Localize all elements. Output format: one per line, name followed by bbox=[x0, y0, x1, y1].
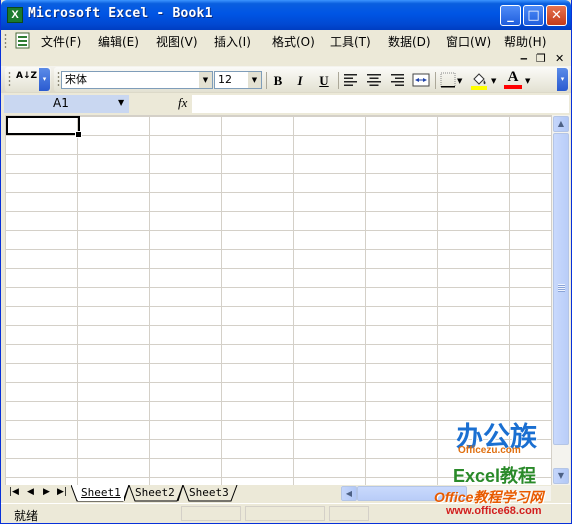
menu-file[interactable]: 文件(F) bbox=[41, 33, 81, 50]
formatting-group: 宋体 ▼ 12 ▼ B I U ▼ ▼ A ▼ ▾ bbox=[54, 67, 569, 92]
sort-ascending-icon[interactable]: A↓Z bbox=[16, 72, 37, 89]
fill-handle[interactable] bbox=[75, 131, 82, 138]
font-size-select[interactable]: 12 ▼ bbox=[214, 71, 262, 89]
font-name-value: 宋体 bbox=[65, 73, 87, 86]
status-panel bbox=[329, 506, 369, 521]
minimize-button[interactable]: _ bbox=[500, 5, 521, 26]
fill-color-dropdown-icon[interactable]: ▼ bbox=[491, 77, 496, 85]
font-color-swatch bbox=[504, 85, 522, 89]
window-title: Microsoft Excel - Book1 bbox=[28, 6, 213, 21]
toolbar-options-chevron-icon[interactable]: ▾ bbox=[39, 68, 50, 91]
toolbar-separator bbox=[435, 72, 436, 89]
excel-app-icon[interactable]: X bbox=[7, 7, 23, 23]
bold-button[interactable]: B bbox=[269, 72, 287, 89]
align-left-icon[interactable] bbox=[343, 73, 359, 87]
formatting-toolbar: A↓Z ▾ 宋体 ▼ 12 ▼ B I U ▼ ▼ A ▼ ▾ bbox=[1, 66, 571, 93]
font-color-dropdown-icon[interactable]: ▼ bbox=[525, 77, 530, 85]
menu-view[interactable]: 视图(V) bbox=[156, 33, 198, 50]
vertical-scroll-thumb[interactable] bbox=[553, 133, 569, 445]
italic-button[interactable]: I bbox=[291, 72, 309, 89]
font-color-button[interactable]: A bbox=[504, 69, 522, 86]
prev-sheet-icon[interactable]: ◀ bbox=[27, 487, 34, 497]
vertical-scrollbar[interactable]: ▲ ▼ bbox=[551, 115, 570, 486]
menu-edit[interactable]: 编辑(E) bbox=[98, 33, 139, 50]
formula-bar: A1 ▼ fx bbox=[1, 93, 571, 115]
last-sheet-icon[interactable]: ▶| bbox=[57, 487, 67, 497]
menu-help[interactable]: 帮助(H) bbox=[504, 33, 546, 50]
menu-tools[interactable]: 工具(T) bbox=[330, 33, 371, 50]
chevron-down-icon[interactable]: ▼ bbox=[248, 72, 261, 88]
toolbar-options-chevron-icon[interactable]: ▾ bbox=[557, 68, 568, 91]
watermark-footer-url: www.office68.com bbox=[446, 505, 542, 517]
menu-format[interactable]: 格式(O) bbox=[272, 33, 315, 50]
excel-window: X Microsoft Excel - Book1 _ □ ✕ 文件(F) 编辑… bbox=[0, 0, 572, 524]
name-box-dropdown-icon[interactable]: ▼ bbox=[118, 98, 124, 107]
chevron-down-icon[interactable]: ▼ bbox=[199, 72, 212, 88]
fill-color-icon[interactable] bbox=[470, 71, 488, 90]
borders-icon[interactable] bbox=[440, 72, 456, 88]
watermark-footer-brand: Office教程学习网 bbox=[434, 489, 544, 505]
status-panel bbox=[181, 506, 241, 521]
sheet-tab-1[interactable]: Sheet1 bbox=[78, 485, 124, 501]
menu-insert[interactable]: 插入(I) bbox=[214, 33, 251, 50]
status-panel bbox=[245, 506, 325, 521]
name-box-value: A1 bbox=[53, 96, 69, 110]
sheet-tab-2[interactable]: Sheet2 bbox=[132, 485, 178, 501]
name-box[interactable]: A1 ▼ bbox=[4, 95, 129, 113]
menu-bar: 文件(F) 编辑(E) 视图(V) 插入(I) 格式(O) 工具(T) 数据(D… bbox=[1, 30, 571, 52]
first-sheet-icon[interactable]: |◀ bbox=[9, 487, 19, 497]
status-text: 就绪 bbox=[14, 509, 39, 523]
worksheet-menu-icon[interactable] bbox=[14, 32, 32, 50]
font-name-select[interactable]: 宋体 ▼ bbox=[61, 71, 213, 89]
toolbar-grip[interactable] bbox=[8, 71, 11, 88]
formatting-grip[interactable] bbox=[57, 71, 60, 88]
scroll-up-icon[interactable]: ▲ bbox=[553, 116, 569, 132]
insert-function-icon[interactable]: fx bbox=[178, 95, 187, 111]
scroll-down-icon[interactable]: ▼ bbox=[553, 468, 569, 484]
menu-window[interactable]: 窗口(W) bbox=[446, 33, 491, 50]
watermark-tagline: Excel教程 bbox=[453, 466, 537, 486]
standard-toolbar-stub: A↓Z ▾ bbox=[5, 67, 51, 92]
title-bar[interactable]: X Microsoft Excel - Book1 _ □ ✕ bbox=[1, 0, 571, 30]
toolbar-separator bbox=[338, 72, 339, 89]
next-sheet-icon[interactable]: ▶ bbox=[43, 487, 50, 497]
align-right-icon[interactable] bbox=[389, 73, 405, 87]
menubar-grip[interactable] bbox=[4, 33, 7, 49]
underline-button[interactable]: U bbox=[315, 72, 333, 89]
watermark-site-name: Officezu.com bbox=[458, 445, 521, 456]
font-size-value: 12 bbox=[218, 73, 232, 86]
doc-close-button[interactable]: ✕ bbox=[555, 52, 564, 65]
toolbar-separator bbox=[266, 72, 267, 89]
doc-minimize-button[interactable]: ‒ bbox=[520, 52, 528, 65]
merge-center-icon[interactable] bbox=[412, 72, 430, 88]
fill-color-swatch bbox=[471, 86, 487, 90]
menu-data[interactable]: 数据(D) bbox=[388, 33, 431, 50]
formula-input[interactable] bbox=[192, 95, 569, 113]
maximize-button[interactable]: □ bbox=[523, 5, 544, 26]
scroll-left-icon[interactable]: ◀ bbox=[341, 486, 357, 501]
active-cell[interactable] bbox=[6, 116, 80, 135]
thumb-grip bbox=[558, 284, 565, 292]
close-button[interactable]: ✕ bbox=[546, 5, 567, 26]
doc-restore-button[interactable]: ❐ bbox=[536, 52, 546, 65]
borders-dropdown-icon[interactable]: ▼ bbox=[457, 77, 462, 85]
align-center-icon[interactable] bbox=[366, 73, 382, 87]
sheet-tab-3[interactable]: Sheet3 bbox=[186, 485, 232, 501]
